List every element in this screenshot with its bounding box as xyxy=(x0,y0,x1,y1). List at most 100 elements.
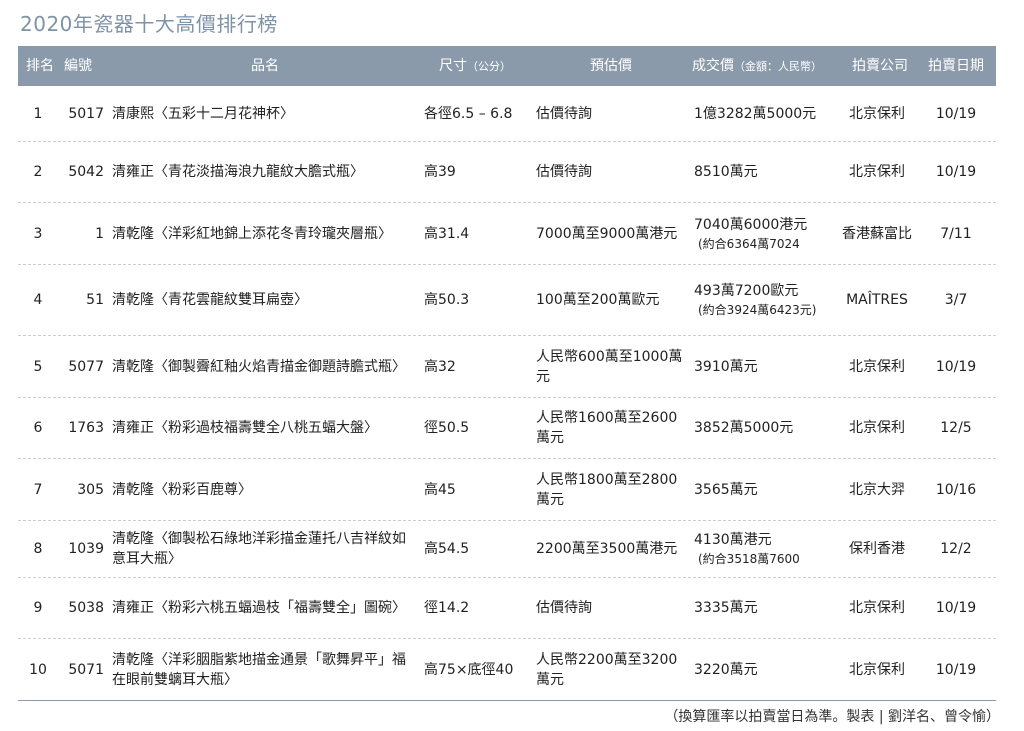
header-number: 編號 xyxy=(64,58,92,74)
row-size: 徑50.5 xyxy=(424,420,470,436)
row-date: 7/11 xyxy=(940,225,972,242)
row-date: 10/19 xyxy=(935,661,977,678)
row-company: 保利香港 xyxy=(849,541,905,557)
row-price: 3565萬元 xyxy=(690,480,838,500)
row-date: 10/19 xyxy=(935,164,977,180)
row-price-value: 493萬7200歐元 xyxy=(694,283,799,299)
row-price: 8510萬元 xyxy=(690,162,838,182)
row-name: 清乾隆〈御製松石綠地洋彩描金蓮托八吉祥紋如意耳大瓶〉 xyxy=(112,531,406,567)
row-rank: 1 xyxy=(33,105,43,122)
row-price-note: (約合6364萬7024 xyxy=(698,236,800,251)
table-row: 6 1763 清雍正〈粉彩過枝福壽雙全八桃五蝠大盤〉 徑50.5 人民幣1600萬至26… xyxy=(18,398,996,459)
row-company: 北京保利 xyxy=(849,358,905,375)
table-row: 7 305 清乾隆〈粉彩百鹿尊〉 高45 人民幣1800萬至2800萬元 3565萬元 北京… xyxy=(18,459,996,521)
row-estimate: 估價待詢 xyxy=(536,164,592,180)
row-price-value: 3565萬元 xyxy=(694,481,758,498)
table-row: 5 5077 清乾隆〈御製霽紅釉火焰青描金御題詩膽式瓶〉 高32 人民幣600萬至100… xyxy=(18,336,996,398)
row-price: 3220萬元 xyxy=(690,660,838,680)
row-company: 北京保利 xyxy=(849,420,905,436)
row-rank: 7 xyxy=(33,481,43,498)
table-row: 9 5038 清雍正〈粉彩六桃五蝠過枝「福壽雙全」圖碗〉 徑14.2 估價待詢 3335萬… xyxy=(18,578,996,639)
row-rank: 3 xyxy=(33,225,43,242)
row-price-note: (約合3518萬7600 xyxy=(698,552,800,566)
row-size: 高54.5 xyxy=(424,541,470,557)
row-rank: 4 xyxy=(33,292,43,308)
row-number: 5042 xyxy=(68,164,104,180)
row-estimate: 100萬至200萬歐元 xyxy=(536,292,660,308)
page-title: 2020年瓷器十大高價排行榜 xyxy=(20,12,278,36)
row-date: 10/19 xyxy=(935,105,977,122)
row-company: 北京大羿 xyxy=(849,481,905,498)
row-number: 1763 xyxy=(68,420,104,436)
row-date: 10/16 xyxy=(935,481,977,498)
row-price: 493萬7200歐元 (約合3924萬6423元) xyxy=(690,281,838,319)
row-size: 各徑6.5 – 6.8 xyxy=(424,105,513,122)
row-price-value: 7040萬6000港元 xyxy=(694,216,808,233)
header-name: 品名 xyxy=(251,58,279,74)
row-number: 5017 xyxy=(68,105,104,122)
row-rank: 6 xyxy=(33,420,43,436)
row-name: 清雍正〈粉彩六桃五蝠過枝「福壽雙全」圖碗〉 xyxy=(112,600,406,616)
header-size-unit: （公分） xyxy=(467,59,511,73)
header-rank: 排名 xyxy=(26,58,54,74)
row-estimate: 人民幣2200萬至3200萬元 xyxy=(536,651,678,688)
row-date: 12/2 xyxy=(940,541,972,557)
row-name: 清乾隆〈青花雲龍紋雙耳扁壺〉 xyxy=(112,292,308,308)
table-row: 3 1 清乾隆〈洋彩紅地錦上添花冬青玲瓏夾層瓶〉 高31.4 7000萬至9000萬港元… xyxy=(18,203,996,265)
row-size: 徑14.2 xyxy=(424,600,470,616)
table-body: 1 5017 清康熙〈五彩十二月花神杯〉 各徑6.5 – 6.8 估價待詢 1億3282萬… xyxy=(18,86,996,701)
row-price: 1億3282萬5000元 xyxy=(690,104,838,124)
row-date: 3/7 xyxy=(944,292,968,308)
table-row: 4 51 清乾隆〈青花雲龍紋雙耳扁壺〉 高50.3 100萬至200萬歐元 493萬720… xyxy=(18,265,996,336)
row-name: 清雍正〈青花淡描海浪九龍紋大膽式瓶〉 xyxy=(112,164,364,180)
row-estimate: 估價待詢 xyxy=(536,600,592,616)
row-price: 3852萬5000元 xyxy=(690,418,838,438)
row-number: 5077 xyxy=(68,358,104,375)
header-estimate: 預估價 xyxy=(590,58,632,74)
row-rank: 8 xyxy=(33,541,43,557)
row-estimate: 人民幣1800萬至2800萬元 xyxy=(536,471,678,508)
row-price-value: 1億3282萬5000元 xyxy=(694,105,817,122)
row-size: 高32 xyxy=(424,358,456,375)
row-company: 北京保利 xyxy=(849,105,905,122)
row-price-value: 3852萬5000元 xyxy=(694,420,794,436)
row-size: 高39 xyxy=(424,164,456,180)
header-price-label: 成交價 xyxy=(692,57,734,74)
row-size: 高31.4 xyxy=(424,225,470,242)
header-price: 成交價（金額：人民幣） xyxy=(690,56,844,77)
row-price-value: 3910萬元 xyxy=(694,358,758,375)
row-name: 清乾隆〈粉彩百鹿尊〉 xyxy=(112,481,252,498)
row-number: 1 xyxy=(95,225,104,242)
row-estimate: 7000萬至9000萬港元 xyxy=(536,225,678,242)
row-price-value: 8510萬元 xyxy=(694,164,758,180)
row-price: 7040萬6000港元 (約合6364萬7024 xyxy=(690,215,838,253)
row-name: 清乾隆〈洋彩紅地錦上添花冬青玲瓏夾層瓶〉 xyxy=(112,225,392,242)
row-number: 5071 xyxy=(68,661,104,678)
row-rank: 5 xyxy=(33,358,43,375)
row-name: 清康熙〈五彩十二月花神杯〉 xyxy=(112,105,294,122)
row-name: 清乾隆〈御製霽紅釉火焰青描金御題詩膽式瓶〉 xyxy=(112,358,406,375)
row-date: 10/19 xyxy=(935,358,977,375)
row-estimate: 人民幣1600萬至2600萬元 xyxy=(536,410,678,446)
row-price-note: (約合3924萬6423元) xyxy=(698,303,817,317)
row-price-value: 4130萬港元 xyxy=(694,532,772,548)
row-number: 305 xyxy=(77,481,104,498)
row-number: 51 xyxy=(86,292,104,308)
row-price: 3335萬元 xyxy=(690,598,838,618)
row-price-value: 3335萬元 xyxy=(694,600,758,616)
row-number: 5038 xyxy=(68,600,104,616)
row-price: 4130萬港元 (約合3518萬7600 xyxy=(690,530,838,568)
header-date: 拍賣日期 xyxy=(928,58,984,74)
table-row: 2 5042 清雍正〈青花淡描海浪九龍紋大膽式瓶〉 高39 估價待詢 8510萬元 北京保利… xyxy=(18,142,996,203)
row-rank: 10 xyxy=(29,661,47,678)
row-company: 北京保利 xyxy=(849,661,905,678)
row-date: 12/5 xyxy=(940,420,972,436)
header-size-label: 尺寸 xyxy=(439,57,467,74)
row-estimate: 人民幣600萬至1000萬元 xyxy=(536,348,683,385)
row-size: 高45 xyxy=(424,481,456,498)
ranking-table: 排名 編號 品名 尺寸（公分） 預估價 成交價（金額：人民幣） 拍賣公司 拍賣日… xyxy=(18,46,996,701)
row-name: 清雍正〈粉彩過枝福壽雙全八桃五蝠大盤〉 xyxy=(112,420,378,436)
row-date: 10/19 xyxy=(935,600,977,616)
row-company: 北京保利 xyxy=(849,600,905,616)
header-company: 拍賣公司 xyxy=(852,58,908,74)
